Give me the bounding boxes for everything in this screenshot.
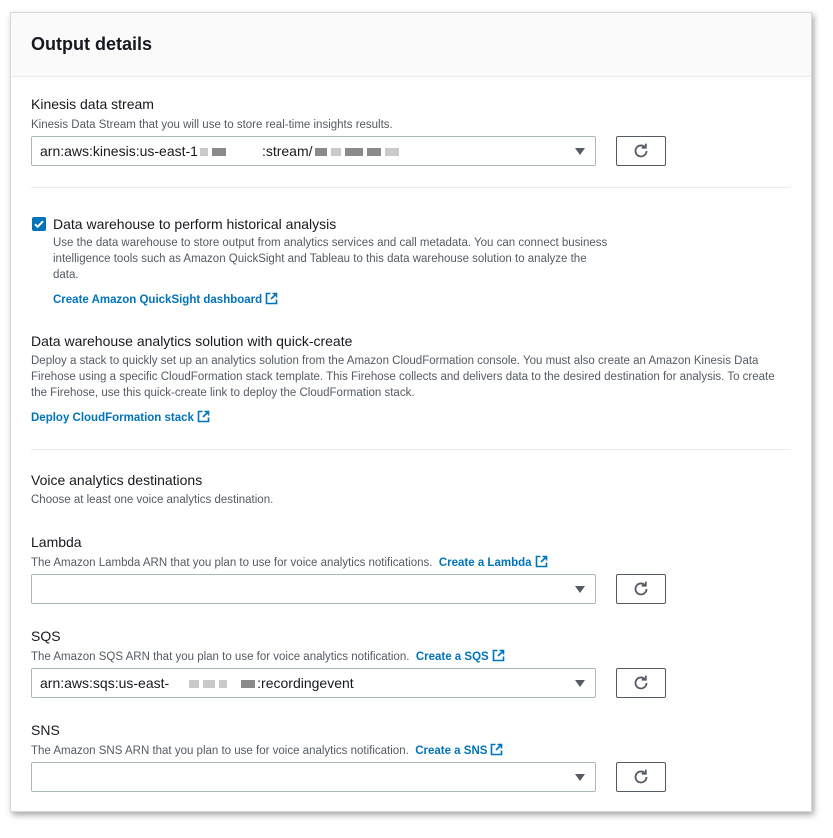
sqs-refresh-button[interactable] bbox=[616, 668, 666, 698]
data-warehouse-description: Use the data warehouse to store output f… bbox=[53, 237, 608, 281]
deploy-link-text: Deploy CloudFormation stack bbox=[31, 412, 194, 424]
sqs-value-suffix: :recordingevent bbox=[257, 675, 354, 691]
sqs-select[interactable]: arn:aws:sqs:us-east- :recordingevent bbox=[31, 668, 596, 698]
redacted-segment bbox=[189, 680, 200, 689]
output-details-panel: Output details Kinesis data stream Kines… bbox=[10, 12, 812, 812]
redacted-segment bbox=[384, 148, 399, 157]
redacted-segment bbox=[366, 148, 381, 157]
redacted-segment bbox=[199, 148, 208, 157]
divider bbox=[31, 449, 791, 450]
quick-create-description: Deploy a stack to quickly set up an anal… bbox=[31, 355, 775, 399]
refresh-icon bbox=[634, 769, 648, 784]
sns-description-row: The Amazon SNS ARN that you plan to use … bbox=[31, 743, 503, 759]
panel-header: Output details bbox=[11, 13, 811, 77]
lambda-select[interactable] bbox=[31, 574, 596, 604]
panel-title: Output details bbox=[31, 34, 152, 54]
sns-refresh-button[interactable] bbox=[616, 762, 666, 792]
caret-down-icon bbox=[575, 774, 585, 781]
redacted-segment bbox=[314, 148, 327, 157]
create-sqs-link[interactable]: Create a SQS bbox=[415, 649, 505, 663]
kinesis-refresh-button[interactable] bbox=[616, 136, 666, 166]
lambda-description: The Amazon Lambda ARN that you plan to u… bbox=[31, 557, 433, 569]
sqs-description: The Amazon SQS ARN that you plan to use … bbox=[31, 651, 410, 663]
create-quicksight-dashboard-link[interactable]: Create Amazon QuickSight dashboard bbox=[53, 292, 278, 306]
refresh-icon bbox=[634, 581, 648, 596]
sns-label: SNS bbox=[31, 722, 60, 738]
voice-analytics-description: Choose at least one voice analytics dest… bbox=[31, 494, 274, 506]
sns-description: The Amazon SNS ARN that you plan to use … bbox=[31, 745, 409, 757]
sqs-label: SQS bbox=[31, 628, 61, 644]
sqs-value-prefix: arn:aws:sqs:us-east- bbox=[40, 675, 170, 691]
kinesis-stream-select[interactable]: arn:aws:kinesis:us-east-1 :stream/ bbox=[31, 136, 596, 166]
quick-create-label: Data warehouse analytics solution with q… bbox=[31, 333, 353, 349]
create-sns-link[interactable]: Create a SNS bbox=[415, 743, 503, 757]
lambda-label: Lambda bbox=[31, 534, 82, 550]
data-warehouse-label: Data warehouse to perform historical ana… bbox=[53, 216, 337, 232]
caret-down-icon bbox=[575, 586, 585, 593]
data-warehouse-checkbox[interactable] bbox=[32, 217, 46, 231]
create-lambda-text: Create a Lambda bbox=[438, 557, 532, 569]
external-link-icon bbox=[491, 743, 503, 756]
quicksight-link-text: Create Amazon QuickSight dashboard bbox=[53, 294, 263, 306]
create-sns-text: Create a SNS bbox=[415, 745, 488, 757]
kinesis-value-middle: :stream/ bbox=[261, 143, 313, 159]
redacted-segment bbox=[330, 148, 341, 157]
redacted-segment bbox=[211, 148, 226, 157]
external-link-icon bbox=[265, 292, 278, 305]
redacted-segment bbox=[241, 680, 256, 689]
kinesis-description: Kinesis Data Stream that you will use to… bbox=[31, 119, 393, 131]
external-link-icon bbox=[492, 649, 504, 662]
voice-analytics-label: Voice analytics destinations bbox=[31, 472, 203, 488]
divider bbox=[31, 187, 791, 188]
lambda-description-row: The Amazon Lambda ARN that you plan to u… bbox=[31, 555, 548, 571]
create-sqs-text: Create a SQS bbox=[415, 651, 489, 663]
refresh-icon bbox=[634, 143, 648, 158]
sns-select[interactable] bbox=[31, 762, 596, 792]
refresh-icon bbox=[634, 675, 648, 690]
external-link-icon bbox=[197, 410, 210, 423]
redacted-segment bbox=[203, 680, 216, 689]
redacted-segment bbox=[344, 148, 363, 157]
caret-down-icon bbox=[575, 680, 585, 687]
external-link-icon bbox=[535, 555, 547, 568]
checkmark-icon bbox=[34, 220, 44, 229]
kinesis-value-prefix: arn:aws:kinesis:us-east-1 bbox=[40, 143, 198, 159]
lambda-refresh-button[interactable] bbox=[616, 574, 666, 604]
create-lambda-link[interactable]: Create a Lambda bbox=[438, 555, 548, 569]
caret-down-icon bbox=[575, 148, 585, 155]
redacted-segment bbox=[219, 680, 228, 689]
kinesis-label: Kinesis data stream bbox=[31, 96, 154, 112]
sqs-description-row: The Amazon SQS ARN that you plan to use … bbox=[31, 649, 505, 665]
deploy-cloudformation-link[interactable]: Deploy CloudFormation stack bbox=[31, 410, 210, 424]
